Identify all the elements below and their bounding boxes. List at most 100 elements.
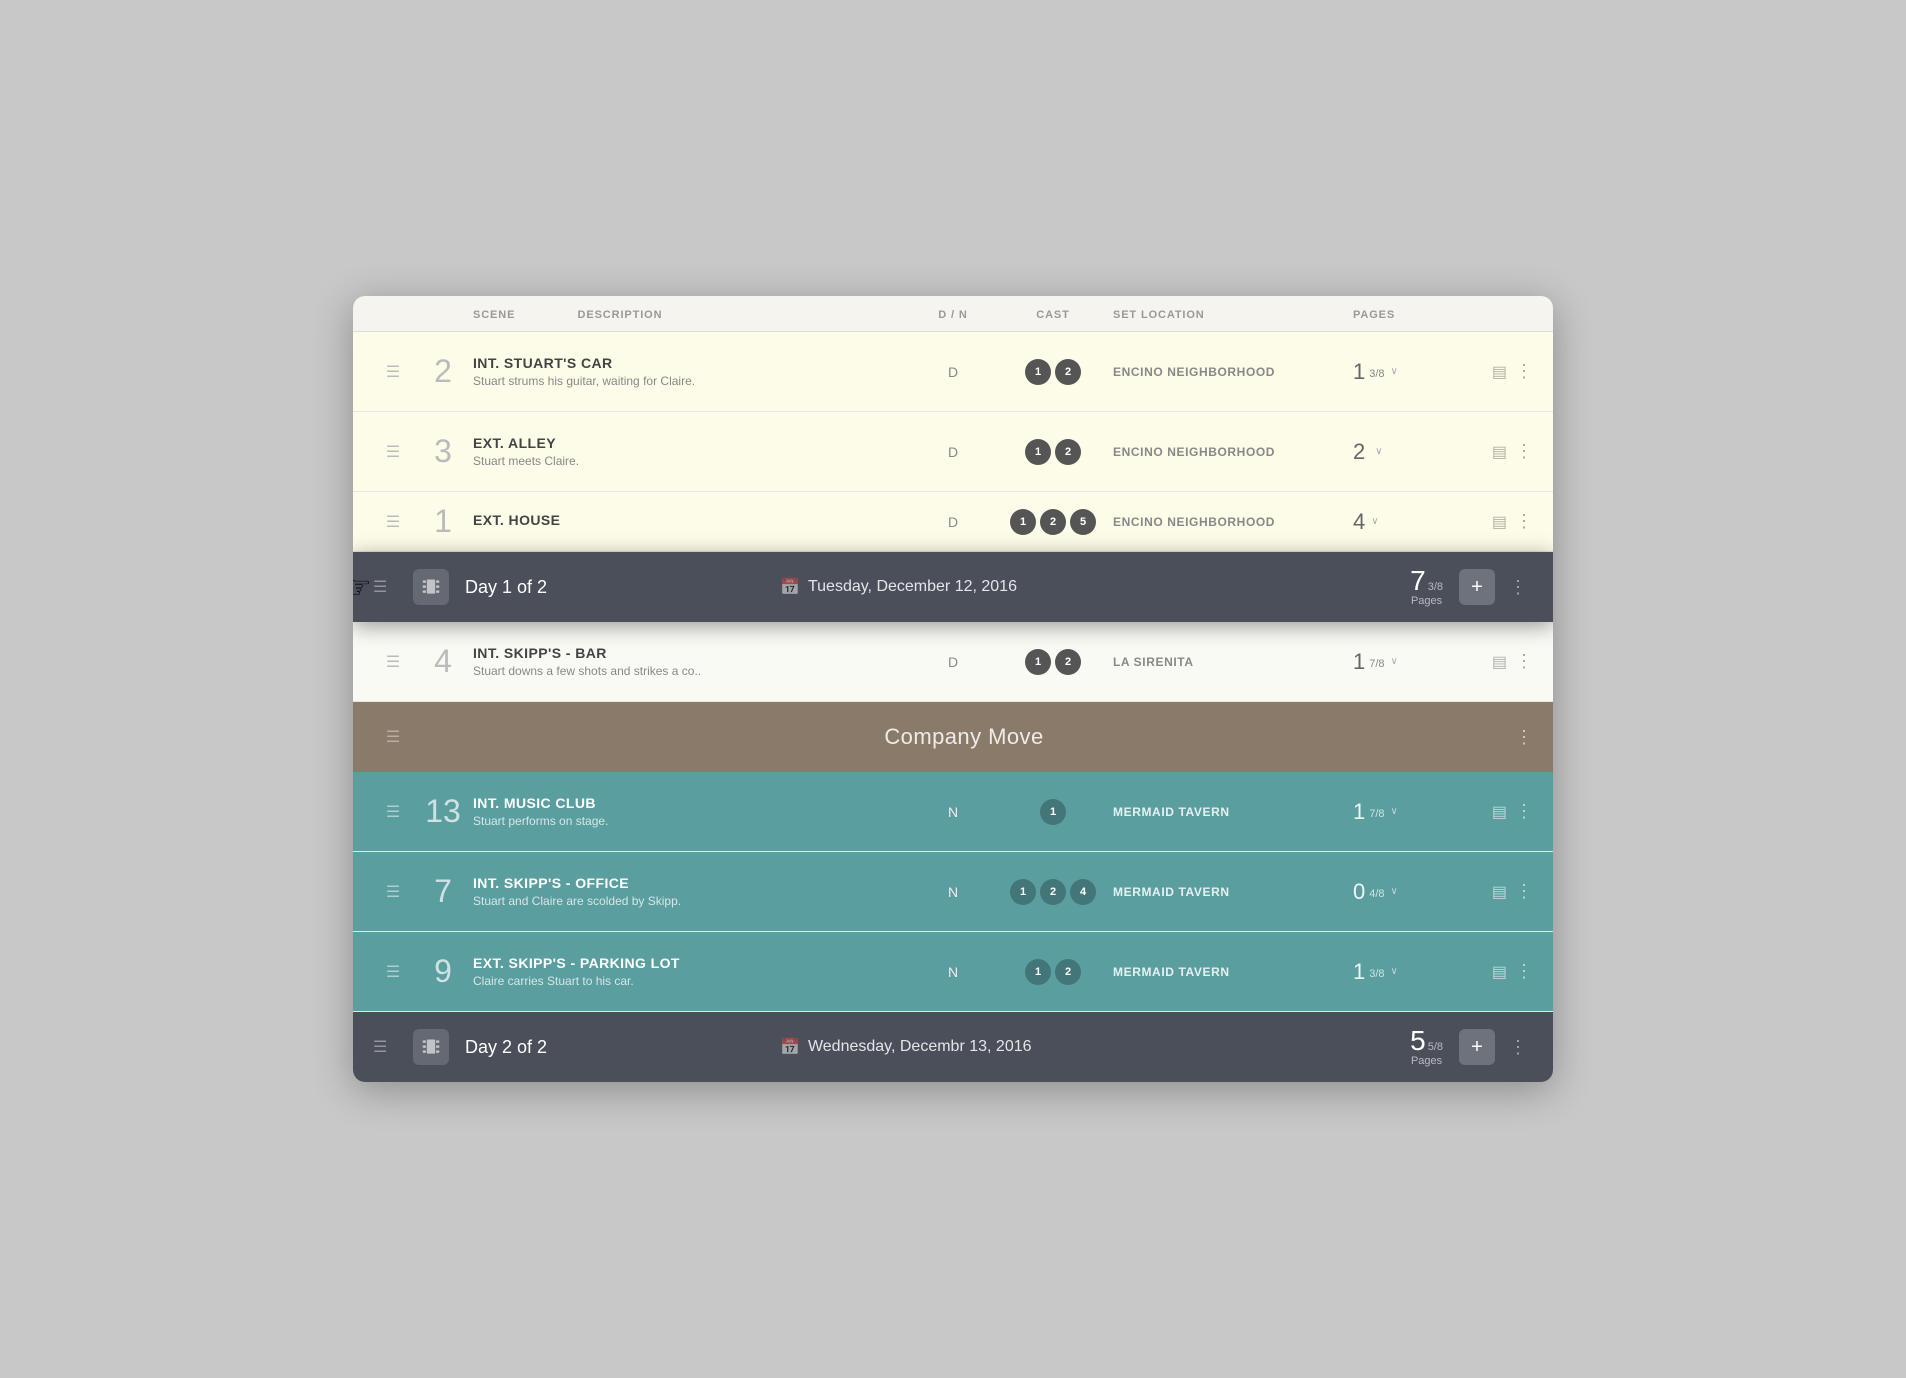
day2-more-button[interactable]: ⋮: [1503, 1037, 1533, 1058]
cast-2: 1 2: [993, 359, 1113, 385]
cast-badge: 1: [1025, 649, 1051, 675]
chevron-down-icon[interactable]: ∨: [1375, 446, 1382, 457]
chevron-down-icon[interactable]: ∨: [1391, 886, 1398, 897]
cursor-pointer: ☞: [353, 568, 372, 606]
scene-row-1: ☰ 1 EXT. HOUSE D 1 2 5 ENCINO NEIGHBORHO…: [353, 492, 1553, 552]
stacks-icon[interactable]: ▤: [1492, 512, 1507, 532]
scene-number-13: 13: [413, 793, 473, 830]
pages-main-1: 4: [1353, 509, 1365, 535]
drag-handle-1[interactable]: ☰: [373, 512, 413, 532]
dm-7: N: [913, 884, 993, 900]
chevron-down-icon[interactable]: ∨: [1391, 966, 1398, 977]
more-icon[interactable]: ⋮: [1515, 511, 1533, 532]
scene-subtitle-3: Stuart meets Claire.: [473, 454, 913, 468]
drag-handle-9[interactable]: ☰: [373, 962, 413, 982]
scene-info-1: EXT. HOUSE: [473, 504, 913, 539]
more-icon[interactable]: ⋮: [1515, 801, 1533, 822]
day1-pages: 7 3/8 Pages: [1410, 567, 1443, 607]
chevron-down-icon[interactable]: ∨: [1391, 656, 1398, 667]
day1-pages-frac: 3/8: [1428, 581, 1443, 593]
scene-number-9: 9: [413, 953, 473, 990]
scene-info-7: INT. SKIPP'S - OFFICE Stuart and Claire …: [473, 867, 913, 916]
stacks-icon[interactable]: ▤: [1492, 802, 1507, 822]
actions-4: ▤ ⋮: [1473, 651, 1533, 672]
day-icon-button[interactable]: [413, 569, 449, 605]
scene-row-3: ☰ 3 EXT. ALLEY Stuart meets Claire. D 1 …: [353, 412, 1553, 492]
pages-13: 1 7/8 ∨: [1353, 799, 1473, 825]
pages-7: 0 4/8 ∨: [1353, 879, 1473, 905]
calendar-icon-2: 📅: [780, 1037, 800, 1057]
chevron-down-icon[interactable]: ∨: [1391, 366, 1398, 377]
drag-handle-4[interactable]: ☰: [373, 652, 413, 672]
film-strip-icon: [421, 577, 441, 597]
scene-row-7: ☰ 7 INT. SKIPP'S - OFFICE Stuart and Cla…: [353, 852, 1553, 932]
cast-9: 1 2: [993, 959, 1113, 985]
stacks-icon[interactable]: ▤: [1492, 442, 1507, 462]
company-move-drag[interactable]: ☰: [373, 727, 413, 747]
cast-badge: 1: [1010, 509, 1036, 535]
pages-frac-4: 7/8: [1369, 658, 1384, 670]
more-icon[interactable]: ⋮: [1515, 441, 1533, 462]
day-drag-handle[interactable]: ☰: [373, 577, 413, 597]
day2-pages-num: 5: [1410, 1027, 1426, 1055]
dm-9: N: [913, 964, 993, 980]
day2-pages: 5 5/8 Pages: [1410, 1027, 1443, 1067]
actions-3: ▤ ⋮: [1473, 441, 1533, 462]
drag-handle-7[interactable]: ☰: [373, 882, 413, 902]
pages-main-2: 1: [1353, 359, 1365, 385]
location-9: MERMAID TAVERN: [1113, 965, 1353, 979]
pages-frac-13: 7/8: [1369, 808, 1384, 820]
stacks-icon[interactable]: ▤: [1492, 652, 1507, 672]
day2-add-button[interactable]: +: [1459, 1029, 1495, 1065]
cast-badge: 1: [1010, 879, 1036, 905]
dm-2: D: [913, 364, 993, 380]
stacks-icon[interactable]: ▤: [1492, 962, 1507, 982]
scene-title-9: EXT. SKIPP'S - PARKING LOT: [473, 955, 913, 971]
scene-title-1: EXT. HOUSE: [473, 512, 913, 528]
stacks-icon[interactable]: ▤: [1492, 362, 1507, 382]
actions-2: ▤ ⋮: [1473, 361, 1533, 382]
location-4: LA SIRENITA: [1113, 655, 1353, 669]
day2-pages-label: Pages: [1411, 1055, 1442, 1067]
chevron-down-icon[interactable]: ∨: [1371, 516, 1378, 527]
actions-7: ▤ ⋮: [1473, 881, 1533, 902]
day2-icon-button[interactable]: [413, 1029, 449, 1065]
day2-drag-handle[interactable]: ☰: [373, 1037, 413, 1057]
day1-more-button[interactable]: ⋮: [1503, 577, 1533, 598]
company-move-more[interactable]: ⋮: [1515, 727, 1533, 748]
film-strip-icon: [421, 1037, 441, 1057]
cast-badge: 2: [1040, 509, 1066, 535]
day2-date: Wednesday, Decembr 13, 2016: [808, 1038, 1032, 1056]
actions-13: ▤ ⋮: [1473, 801, 1533, 822]
stacks-icon[interactable]: ▤: [1492, 882, 1507, 902]
more-icon[interactable]: ⋮: [1515, 881, 1533, 902]
more-icon[interactable]: ⋮: [1515, 961, 1533, 982]
location-2: ENCINO NEIGHBORHOOD: [1113, 365, 1353, 379]
col-header-pages: PAGES: [1353, 309, 1395, 321]
pages-main-9: 1: [1353, 959, 1365, 985]
day1-add-button[interactable]: +: [1459, 569, 1495, 605]
scene-title-2: INT. STUART'S CAR: [473, 355, 913, 371]
more-icon[interactable]: ⋮: [1515, 651, 1533, 672]
scene-title-7: INT. SKIPP'S - OFFICE: [473, 875, 913, 891]
cast-badge: 2: [1040, 879, 1066, 905]
scene-row-4: ☰ 4 INT. SKIPP'S - BAR Stuart downs a fe…: [353, 622, 1553, 702]
cast-badge: 4: [1070, 879, 1096, 905]
day-row-1: ☰ Day 1 of 2 📅 Tuesday, December 12, 201…: [353, 552, 1553, 622]
drag-handle-3[interactable]: ☰: [373, 442, 413, 462]
pages-frac-7: 4/8: [1369, 888, 1384, 900]
drag-handle-13[interactable]: ☰: [373, 802, 413, 822]
pages-2: 1 3/8 ∨: [1353, 359, 1473, 385]
more-icon[interactable]: ⋮: [1515, 361, 1533, 382]
chevron-down-icon[interactable]: ∨: [1391, 806, 1398, 817]
cast-badge: 2: [1055, 959, 1081, 985]
cast-badge: 2: [1055, 649, 1081, 675]
scene-title-13: INT. MUSIC CLUB: [473, 795, 913, 811]
scene-row-13: ☰ 13 INT. MUSIC CLUB Stuart performs on …: [353, 772, 1553, 852]
drag-handle-2[interactable]: ☰: [373, 362, 413, 382]
col-header-dm: D / N: [938, 309, 967, 321]
scene-number-3: 3: [413, 433, 473, 470]
cast-badge: 1: [1040, 799, 1066, 825]
day1-date-section: 📅 Tuesday, December 12, 2016: [780, 577, 1410, 597]
company-move-row: ☰ Company Move ⋮: [353, 702, 1553, 772]
